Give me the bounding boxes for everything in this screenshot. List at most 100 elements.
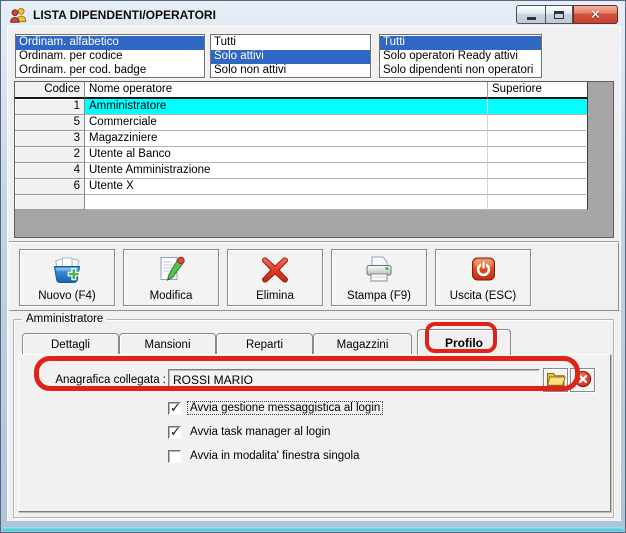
toolbar: Nuovo (F4) Modifica Elimina Stampa (F9) … (9, 242, 619, 311)
list-item[interactable]: Solo operatori Ready attivi (380, 50, 541, 64)
list-item[interactable]: Tutti (380, 36, 541, 50)
tab-label: Mansioni (144, 338, 191, 351)
elimina-button[interactable]: Elimina (227, 249, 323, 306)
table-row-empty[interactable] (15, 195, 613, 210)
cell-codice (15, 195, 85, 210)
stampa-button[interactable]: Stampa (F9) (331, 249, 427, 306)
caption-buttons: ✕ (516, 5, 618, 24)
groupbox-label: Amministratore (22, 312, 108, 326)
cell-nome: Magazziniere (85, 131, 488, 147)
cell-nome: Utente X (85, 179, 488, 195)
window-title: LISTA DIPENDENTI/OPERATORI (33, 8, 216, 22)
client-area: Ordinam. alfabetico Ordinam. per codice … (8, 27, 620, 520)
cell-codice: 6 (15, 179, 85, 195)
cell-superiore (488, 147, 588, 163)
cell-codice: 3 (15, 131, 85, 147)
cell-nome: Amministratore (85, 99, 488, 115)
people-icon (10, 7, 27, 23)
table-row[interactable]: 6 Utente X (15, 179, 613, 195)
cell-nome: Commerciale (85, 115, 488, 131)
maximize-icon (554, 10, 564, 19)
delete-icon (258, 253, 292, 290)
minimize-button[interactable] (516, 5, 545, 24)
list-item[interactable]: Tutti (211, 36, 370, 50)
modifica-button[interactable]: Modifica (123, 249, 219, 306)
column-header-superiore[interactable]: Superiore (488, 82, 588, 99)
app-window: LISTA DIPENDENTI/OPERATORI ✕ Ordinam. al… (0, 0, 626, 533)
window-frame-accent (3, 527, 623, 531)
button-label: Elimina (256, 290, 294, 302)
new-icon (50, 253, 84, 290)
profilo-tabsheet: Anagrafica collegata : ROSSI MARIO ✓ Avv… (18, 354, 611, 512)
cell-superiore (488, 179, 588, 195)
button-label: Stampa (F9) (347, 290, 411, 302)
anagrafica-input[interactable] (168, 369, 540, 391)
list-item[interactable]: Ordinam. per cod. badge (16, 64, 204, 77)
cell-superiore (488, 115, 588, 131)
tab-label: Reparti (245, 338, 284, 351)
browse-anagrafica-button[interactable] (543, 368, 568, 392)
uscita-button[interactable]: Uscita (ESC) (435, 249, 531, 306)
title-bar[interactable]: LISTA DIPENDENTI/OPERATORI (10, 4, 485, 26)
clear-icon (574, 370, 592, 391)
cell-codice: 4 (15, 163, 85, 179)
status-filter-listbox[interactable]: Tutti Solo attivi Solo non attivi (210, 34, 371, 78)
list-item[interactable]: Ordinam. per codice (16, 50, 204, 64)
cell-nome: Utente al Banco (85, 147, 488, 163)
button-label: Modifica (149, 290, 193, 302)
cell-superiore (488, 163, 588, 179)
checkbox-row: Avvia in modalita' finestra singola (168, 449, 361, 463)
table-row[interactable]: 5 Commerciale (15, 115, 613, 131)
clear-anagrafica-button[interactable] (570, 368, 595, 392)
tab-profilo[interactable]: Profilo (417, 329, 511, 355)
operators-grid[interactable]: Codice Nome operatore Superiore 1 Ammini… (14, 81, 614, 238)
category-filter-listbox[interactable]: Tutti Solo operatori Ready attivi Solo d… (379, 34, 542, 78)
close-icon: ✕ (590, 7, 601, 22)
tab-mansioni[interactable]: Mansioni (119, 333, 216, 355)
folder-icon (546, 370, 566, 390)
close-button[interactable]: ✕ (573, 5, 618, 24)
tab-reparti[interactable]: Reparti (216, 333, 313, 355)
tab-label: Dettagli (51, 338, 90, 351)
tab-dettagli[interactable]: Dettagli (22, 333, 119, 355)
edit-icon (154, 253, 188, 290)
checkbox-label[interactable]: Avvia task manager al login (188, 426, 332, 438)
list-item[interactable]: Solo attivi (211, 50, 370, 64)
tab-magazzini[interactable]: Magazzini (313, 333, 412, 355)
checkbox-label[interactable]: Avvia in modalita' finestra singola (188, 450, 361, 462)
button-label: Uscita (ESC) (449, 290, 517, 302)
table-row[interactable]: 3 Magazziniere (15, 131, 613, 147)
minimize-icon (526, 16, 536, 20)
maximize-button[interactable] (545, 5, 573, 24)
tab-label: Profilo (445, 335, 483, 350)
exit-icon (466, 253, 500, 290)
cell-codice: 1 (15, 99, 85, 115)
checkbox-row: Avvia gestione messaggistica al login (168, 400, 384, 416)
task-manager-checkbox[interactable] (168, 424, 181, 440)
table-row[interactable]: 1 Amministratore (15, 99, 613, 115)
cell-codice: 2 (15, 147, 85, 163)
list-item[interactable]: Solo non attivi (211, 64, 370, 77)
nuovo-button[interactable]: Nuovo (F4) (19, 249, 115, 306)
list-item[interactable]: Ordinam. alfabetico (16, 36, 204, 50)
table-row[interactable]: 2 Utente al Banco (15, 147, 613, 163)
cell-codice: 5 (15, 115, 85, 131)
cell-nome (85, 195, 488, 210)
column-header-codice[interactable]: Codice (15, 82, 85, 99)
cell-superiore (488, 131, 588, 147)
checkbox-label[interactable]: Avvia gestione messaggistica al login (186, 401, 384, 415)
ordering-listbox[interactable]: Ordinam. alfabetico Ordinam. per codice … (15, 34, 205, 78)
detail-groupbox: Amministratore Dettagli Mansioni Reparti… (13, 312, 614, 518)
cell-superiore (488, 195, 588, 210)
messaggistica-checkbox[interactable] (168, 400, 181, 416)
anagrafica-label: Anagrafica collegata : (55, 374, 166, 386)
finestra-singola-checkbox[interactable] (168, 449, 181, 463)
column-header-nome[interactable]: Nome operatore (85, 82, 488, 99)
grid-header: Codice Nome operatore Superiore (15, 82, 613, 99)
tab-label: Magazzini (336, 338, 389, 351)
cell-superiore (488, 99, 588, 115)
cell-nome: Utente Amministrazione (85, 163, 488, 179)
checkbox-row: Avvia task manager al login (168, 424, 332, 440)
list-item[interactable]: Solo dipendenti non operatori (380, 64, 541, 77)
table-row[interactable]: 4 Utente Amministrazione (15, 163, 613, 179)
